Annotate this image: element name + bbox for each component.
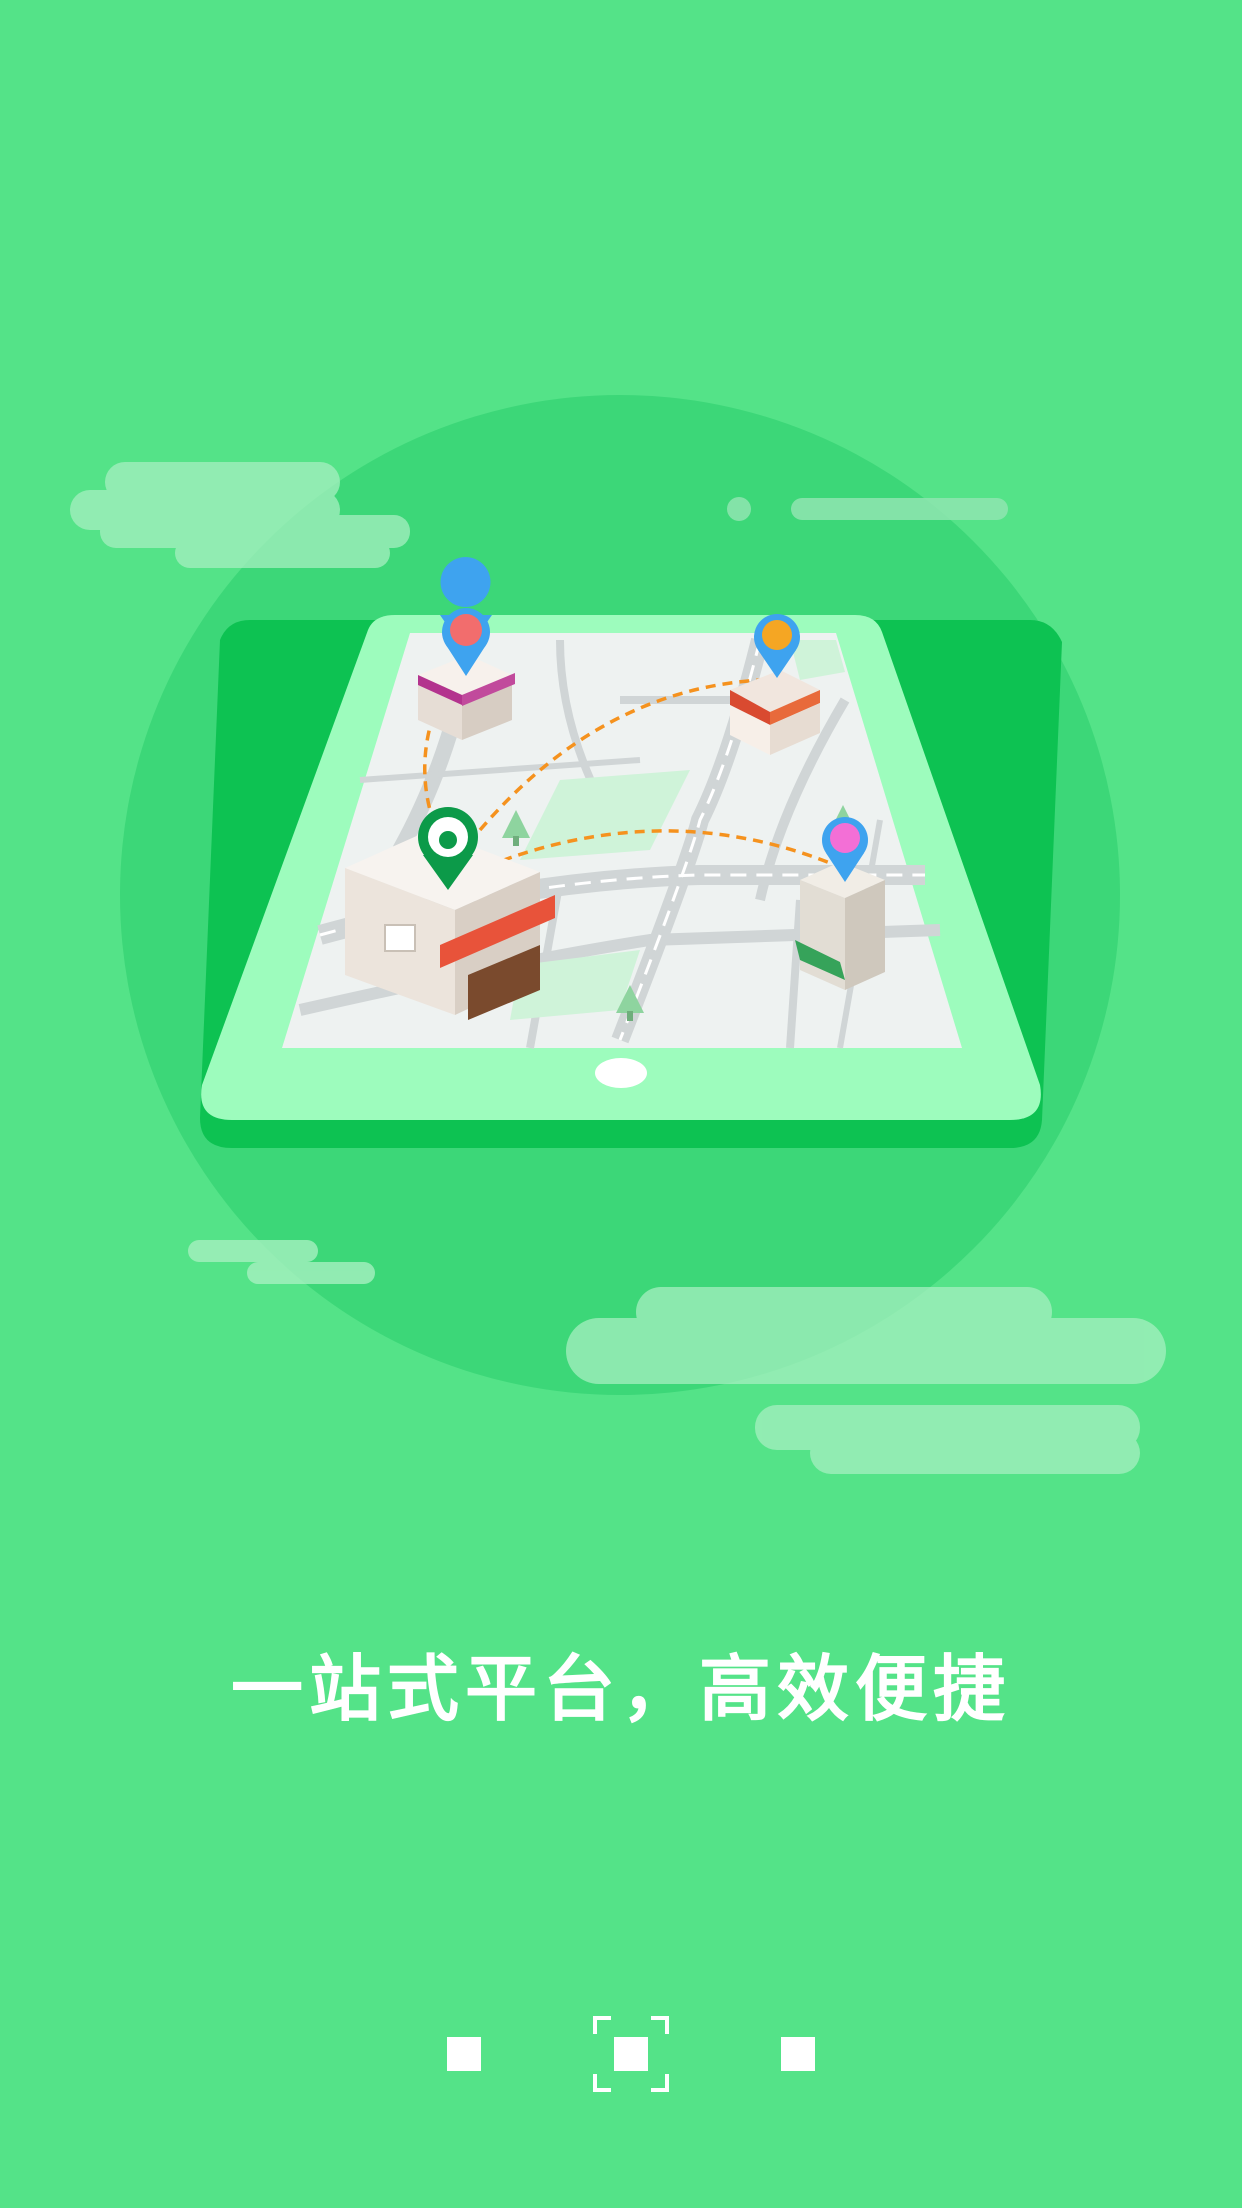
indicator-corner	[593, 2074, 611, 2092]
page-indicator-2-active[interactable]	[593, 2016, 669, 2092]
tablet-home-button	[595, 1058, 647, 1088]
indicator-corner	[651, 2074, 669, 2092]
slogan-title: 一站式平台，高效便捷	[230, 1647, 1011, 1731]
hero-illustration	[0, 0, 1242, 1560]
indicator-corner	[593, 2016, 611, 2034]
page-indicator-1[interactable]	[447, 2037, 481, 2071]
office-building-right	[795, 862, 885, 990]
page-indicator-3[interactable]	[781, 2037, 815, 2071]
cloud-decoration-right-bottom	[566, 1287, 1166, 1474]
page-indicators	[0, 2016, 1242, 2096]
indicator-square	[614, 2037, 648, 2071]
indicator-corner	[651, 2016, 669, 2034]
